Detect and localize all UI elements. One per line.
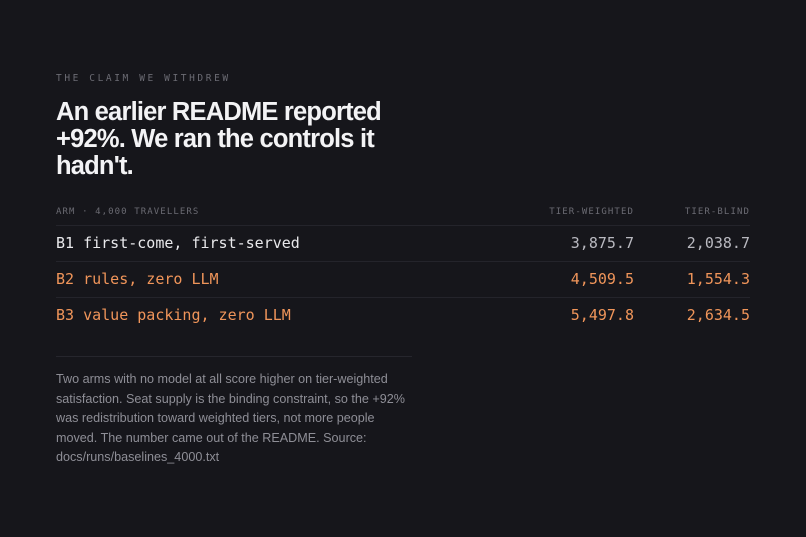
- table-header: ARM · 4,000 TRAVELLERS TIER-WEIGHTED TIE…: [56, 203, 750, 226]
- arm-name: B1 first-come, first-served: [56, 234, 300, 252]
- column-header-tier-blind: TIER-BLIND: [684, 207, 750, 217]
- tier-weighted-value: 4,509.5: [570, 270, 634, 288]
- page-title: An earlier README reported +92%. We ran …: [56, 98, 382, 180]
- table-row: B2 rules, zero LLM 4,509.5 1,554.3: [56, 262, 750, 298]
- section-divider: [56, 356, 412, 357]
- arm-name: B3 value packing, zero LLM: [56, 306, 291, 324]
- tier-blind-value: 2,634.5: [686, 306, 750, 324]
- column-header-arm: ARM · 4,000 TRAVELLERS: [56, 207, 200, 217]
- arm-name: B2 rules, zero LLM: [56, 270, 219, 288]
- tier-weighted-value: 5,497.8: [570, 306, 634, 324]
- column-header-tier-weighted: TIER-WEIGHTED: [549, 207, 634, 217]
- table-row: B3 value packing, zero LLM 5,497.8 2,634…: [56, 298, 750, 333]
- section-eyebrow: THE CLAIM WE WITHDREW: [56, 73, 231, 84]
- explanation-paragraph: Two arms with no model at all score high…: [56, 372, 405, 464]
- tier-blind-value: 1,554.3: [686, 270, 750, 288]
- table-row: B1 first-come, first-served 3,875.7 2,03…: [56, 226, 750, 262]
- tier-weighted-value: 3,875.7: [570, 234, 634, 252]
- tier-blind-value: 2,038.7: [686, 234, 750, 252]
- results-table: ARM · 4,000 TRAVELLERS TIER-WEIGHTED TIE…: [56, 203, 750, 333]
